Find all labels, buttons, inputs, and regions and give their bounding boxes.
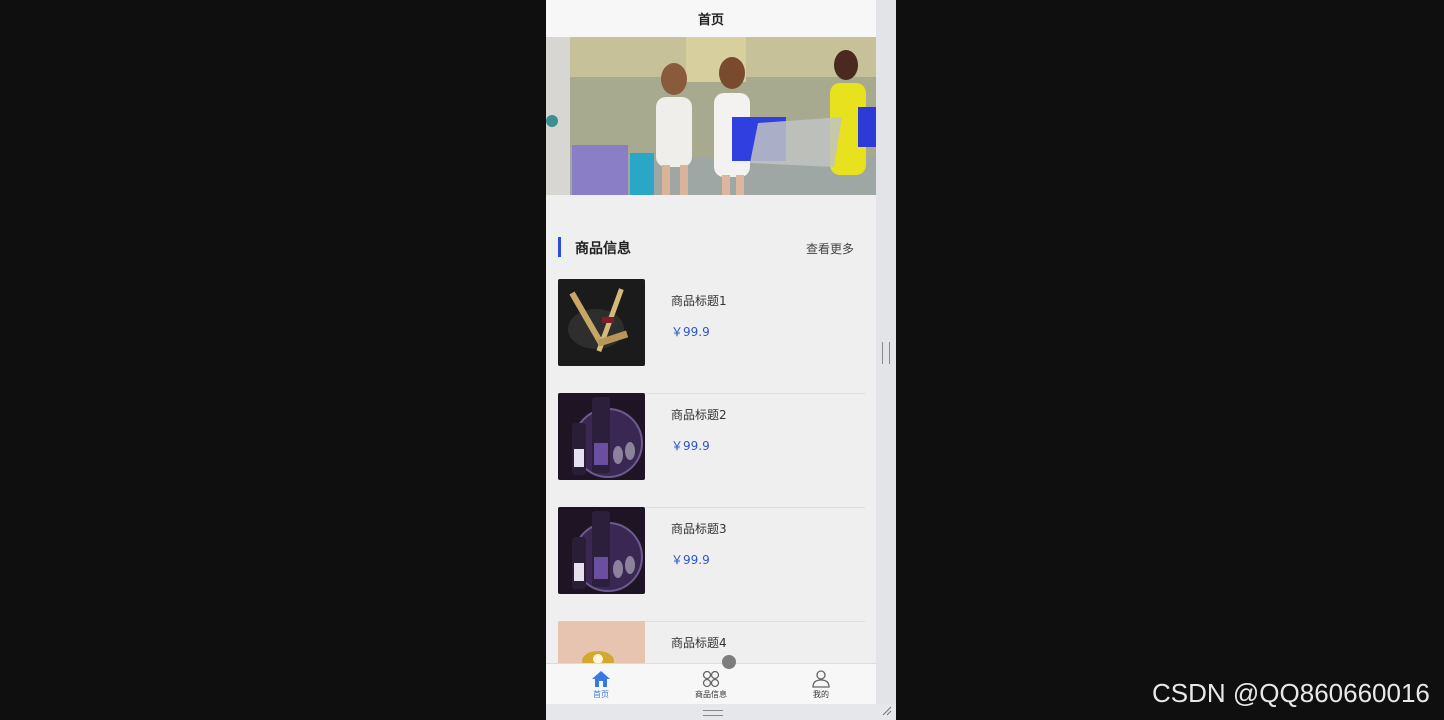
- section-accent-bar: [558, 237, 561, 257]
- home-icon: [592, 670, 610, 687]
- product-image: [558, 279, 645, 366]
- product-title: 商品标题2: [671, 408, 727, 422]
- tab-bar: 首页 商品信息 我的: [546, 663, 876, 704]
- product-title: 商品标题4: [671, 636, 727, 650]
- nav-bar: 首页: [546, 0, 876, 38]
- bottom-drag-handle-icon[interactable]: [703, 710, 723, 716]
- product-title: 商品标题1: [671, 294, 727, 308]
- watermark-text: CSDN @QQ860660016: [1152, 678, 1430, 708]
- tab-products[interactable]: 商品信息: [656, 664, 766, 704]
- view-more-link[interactable]: 查看更多: [806, 240, 854, 257]
- banner-carousel[interactable]: [546, 37, 876, 195]
- resize-corner-icon[interactable]: [882, 706, 892, 716]
- product-item[interactable]: 商品标题3 ￥99.9: [558, 507, 865, 622]
- user-icon: [812, 669, 830, 688]
- product-image: [558, 393, 645, 480]
- tab-profile[interactable]: 我的: [766, 664, 876, 704]
- section-header: 商品信息 查看更多: [558, 236, 854, 258]
- phone-window: 首页 商品信息 查看更多 商品标题1 ￥99.9 商品标题2 ￥99.9 商品标…: [546, 0, 896, 720]
- app-screen: 首页 商品信息 查看更多 商品标题1 ￥99.9 商品标题2 ￥99.9 商品标…: [546, 0, 876, 704]
- banner-image: [546, 37, 876, 195]
- touch-cursor: [722, 655, 736, 669]
- tab-home[interactable]: 首页: [546, 664, 656, 704]
- product-item[interactable]: 商品标题2 ￥99.9: [558, 393, 865, 508]
- product-item[interactable]: 商品标题1 ￥99.9: [558, 279, 865, 394]
- section-title: 商品信息: [575, 241, 631, 257]
- tab-label: 商品信息: [695, 689, 727, 699]
- tab-label: 我的: [813, 689, 829, 699]
- product-price: ￥99.9: [671, 553, 710, 567]
- product-price: ￥99.9: [671, 439, 710, 453]
- drag-handle-icon[interactable]: [882, 342, 890, 364]
- product-image: [558, 507, 645, 594]
- product-price: ￥99.9: [671, 325, 710, 339]
- product-title: 商品标题3: [671, 522, 727, 536]
- page-title: 首页: [697, 13, 724, 28]
- grid-icon: [702, 670, 720, 687]
- tab-label: 首页: [593, 689, 609, 699]
